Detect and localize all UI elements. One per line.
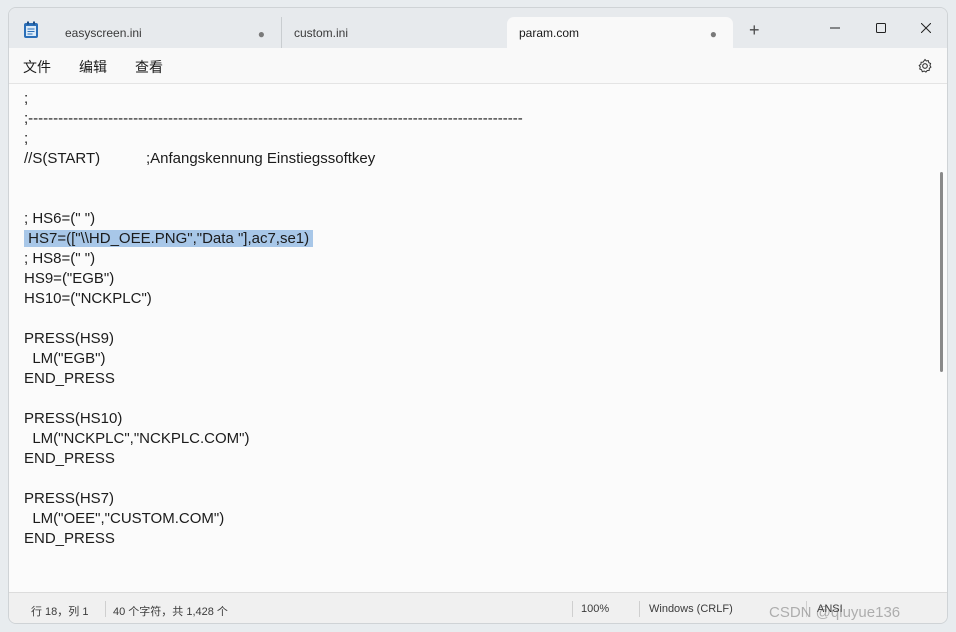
tab-easyscreen-ini[interactable]: easyscreen.ini ● (53, 17, 281, 48)
text-editor[interactable]: ; ;--------------------------------------… (9, 84, 947, 592)
menu-file[interactable]: 文件 (23, 57, 51, 77)
code-line: LM("EGB") (24, 350, 106, 367)
code-line: LM("NCKPLC","NCKPLC.COM") (24, 430, 250, 447)
maximize-button[interactable] (858, 14, 904, 42)
unsaved-dot-icon: ● (709, 27, 717, 41)
code-line: END_PRESS (24, 370, 115, 387)
menu-edit[interactable]: 编辑 (79, 57, 107, 77)
character-count: 40 个字符，共 1,428 个 (113, 606, 228, 618)
minimize-button[interactable] (812, 14, 858, 42)
line-ending[interactable]: Windows (CRLF) (649, 603, 733, 615)
code-line: PRESS(HS7) (24, 490, 115, 507)
tab-label: param.com (519, 25, 580, 40)
code-line: LM("OEE","CUSTOM.COM") (24, 510, 225, 527)
cursor-position: 行 18，列 1 (31, 606, 89, 618)
notepad-window: easyscreen.ini ● custom.ini param.com ● … (8, 7, 948, 624)
watermark: CSDN @qiuyue136 (769, 604, 901, 621)
code-line: ; (24, 130, 29, 147)
close-button[interactable] (903, 14, 947, 42)
code-line: HS9=("EGB") (24, 270, 115, 287)
title-bar: easyscreen.ini ● custom.ini param.com ● … (9, 8, 947, 48)
tab-param-com[interactable]: param.com ● (507, 17, 733, 48)
tab-custom-ini[interactable]: custom.ini (281, 17, 507, 48)
code-line: END_PRESS (24, 450, 115, 467)
code-line: ; HS6=(" ") (24, 210, 96, 227)
code-line: ;---------------------------------------… (24, 110, 523, 127)
code-line: HS10=("NCKPLC") (24, 290, 152, 307)
code-line: ; HS8=(" ") (24, 250, 96, 267)
zoom-level[interactable]: 100% (581, 603, 609, 615)
tab-label: custom.ini (294, 25, 349, 40)
minimize-icon (830, 27, 840, 29)
status-divider (572, 601, 573, 617)
close-icon (921, 23, 931, 33)
maximize-icon (876, 23, 886, 33)
selected-text: HS7=(["\\HD_OEE.PNG","Data "],ac7,se1) (24, 230, 314, 247)
settings-gear-icon[interactable] (917, 58, 933, 74)
code-line: PRESS(HS10) (24, 410, 123, 427)
code-line: PRESS(HS9) (24, 330, 115, 347)
vertical-scrollbar[interactable] (940, 172, 943, 372)
code-line: //S(START) ;Anfangskennung Einstiegssoft… (24, 150, 376, 167)
notepad-app-icon (24, 21, 38, 38)
unsaved-dot-icon: ● (257, 27, 265, 41)
tab-label: easyscreen.ini (65, 25, 142, 40)
code-line: END_PRESS (24, 530, 115, 547)
status-divider (639, 601, 640, 617)
new-tab-button[interactable]: + (749, 21, 760, 39)
status-divider (105, 601, 106, 617)
code-line: HS7=(["\\HD_OEE.PNG","Data "],ac7,se1) (24, 229, 523, 249)
menu-bar: 文件 编辑 查看 (9, 48, 947, 84)
menu-view[interactable]: 查看 (135, 57, 163, 77)
code-line: ; (24, 90, 29, 107)
editor-lines: ; ;--------------------------------------… (24, 89, 523, 549)
